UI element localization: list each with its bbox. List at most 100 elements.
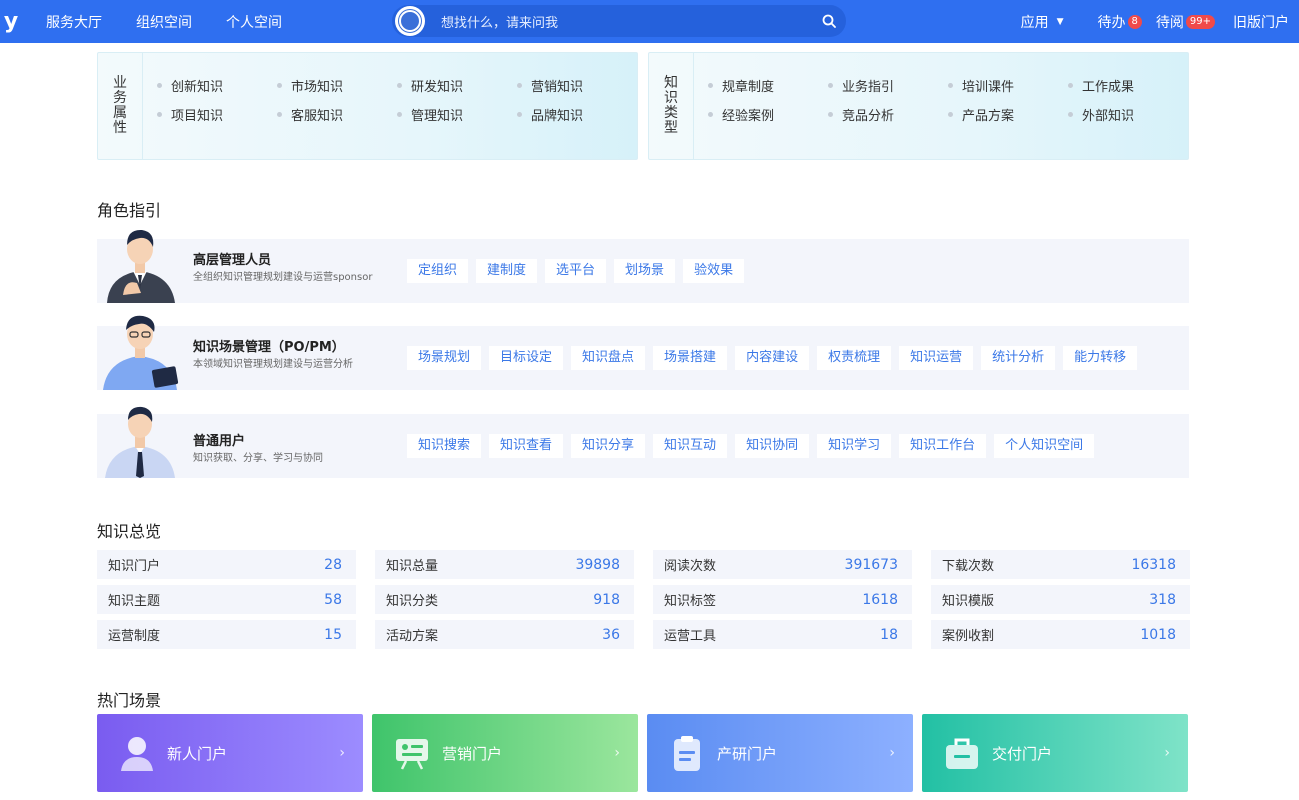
role-tag[interactable]: 定组织 (407, 259, 469, 283)
category-item[interactable]: 工作成果 (1068, 71, 1188, 100)
role-row-scene-manager: 知识场景管理（PO/PM） 本领域知识管理规划建设与运营分析 场景规划 目标设定… (97, 315, 1189, 390)
role-tag[interactable]: 建制度 (476, 259, 538, 283)
role-info: 知识场景管理（PO/PM） 本领域知识管理规划建设与运营分析 (193, 336, 373, 371)
stat-card[interactable]: 知识总量 39898 (375, 550, 634, 579)
role-tag[interactable]: 场景搭建 (653, 346, 728, 370)
main-nav: 服务大厅 组织空间 个人空间 (46, 12, 316, 32)
category-item[interactable]: 研发知识 (397, 71, 517, 100)
nav-item-personal-space[interactable]: 个人空间 (226, 12, 282, 32)
title-char: 性 (113, 120, 127, 136)
role-tags: 场景规划 目标设定 知识盘点 场景搭建 内容建设 权责梳理 知识运营 统计分析 … (407, 346, 1145, 370)
hot-card-newcomer-portal[interactable]: 新人门户 › (97, 714, 363, 792)
stat-value: 318 (1149, 591, 1176, 608)
stat-label: 活动方案 (386, 629, 439, 644)
stat-card[interactable]: 运营制度 15 (97, 620, 356, 649)
category-item[interactable]: 营销知识 (517, 71, 637, 100)
category-item[interactable]: 产品方案 (948, 100, 1068, 129)
role-tag[interactable]: 知识分享 (571, 434, 646, 458)
role-tag[interactable]: 场景规划 (407, 346, 482, 370)
stat-card[interactable]: 知识分类 918 (375, 585, 634, 614)
role-tag[interactable]: 统计分析 (981, 346, 1056, 370)
hot-card-label: 产研门户 (717, 744, 778, 763)
stat-card[interactable]: 知识模版 318 (931, 585, 1190, 614)
category-item[interactable]: 市场知识 (277, 71, 397, 100)
category-item[interactable]: 业务指引 (828, 71, 948, 100)
bullet-icon (277, 112, 282, 117)
role-name: 普通用户 (193, 434, 246, 449)
role-tag[interactable]: 知识互动 (653, 434, 728, 458)
search-icon[interactable] (812, 5, 846, 37)
stat-card[interactable]: 知识主题 58 (97, 585, 356, 614)
apps-menu[interactable]: 应用 ▼ (1021, 12, 1064, 32)
stat-card[interactable]: 知识标签 1618 (653, 585, 912, 614)
bullet-icon (828, 83, 833, 88)
role-tag[interactable]: 验效果 (683, 259, 745, 283)
category-label: 创新知识 (171, 80, 224, 95)
stat-label: 知识标签 (664, 594, 717, 609)
role-name: 高层管理人员 (193, 253, 272, 268)
category-item[interactable]: 经验案例 (708, 100, 828, 129)
bullet-icon (157, 83, 162, 88)
category-label: 研发知识 (411, 80, 464, 95)
category-item[interactable]: 客服知识 (277, 100, 397, 129)
right-nav: 应用 ▼ 待办 8 待阅 99+ 旧版门户 (999, 0, 1289, 43)
toread-label: 待阅 (1155, 14, 1184, 31)
role-tag[interactable]: 内容建设 (735, 346, 810, 370)
assistant-avatar-icon[interactable] (395, 6, 425, 36)
hot-card-marketing-portal[interactable]: 营销门户 › (372, 714, 638, 792)
role-info: 高层管理人员 全组织知识管理规划建设与运营sponsor (193, 249, 373, 284)
category-item[interactable]: 项目知识 (157, 100, 277, 129)
category-item[interactable]: 竞品分析 (828, 100, 948, 129)
stat-value: 1618 (862, 591, 898, 608)
title-char: 业 (113, 75, 127, 91)
stat-card[interactable]: 下载次数 16318 (931, 550, 1190, 579)
chevron-right-icon: › (614, 745, 620, 761)
category-item[interactable]: 品牌知识 (517, 100, 637, 129)
stat-card[interactable]: 活动方案 36 (375, 620, 634, 649)
category-item[interactable]: 培训课件 (948, 71, 1068, 100)
role-tag[interactable]: 目标设定 (489, 346, 564, 370)
hot-card-label: 交付门户 (992, 744, 1053, 763)
stat-value: 15 (324, 626, 342, 643)
role-tag[interactable]: 能力转移 (1063, 346, 1138, 370)
role-tag[interactable]: 权责梳理 (817, 346, 892, 370)
hot-card-delivery-portal[interactable]: 交付门户 › (922, 714, 1188, 792)
search-input[interactable]: 想找什么，请来问我 (441, 12, 812, 31)
hot-card-rd-portal[interactable]: 产研门户 › (647, 714, 913, 792)
nav-item-org-space[interactable]: 组织空间 (136, 12, 192, 32)
category-item[interactable]: 管理知识 (397, 100, 517, 129)
role-tag[interactable]: 知识工作台 (899, 434, 987, 458)
category-label: 工作成果 (1082, 80, 1135, 95)
old-portal-link[interactable]: 旧版门户 (1233, 12, 1289, 32)
search-bar[interactable]: 想找什么，请来问我 (392, 5, 846, 37)
role-tag[interactable]: 选平台 (545, 259, 607, 283)
overview-title: 知识总览 (97, 522, 162, 541)
bullet-icon (828, 112, 833, 117)
logo[interactable]: y (0, 0, 22, 43)
role-tag[interactable]: 知识盘点 (571, 346, 646, 370)
todo-link[interactable]: 待办 8 (1098, 12, 1142, 32)
role-tag[interactable]: 知识搜索 (407, 434, 482, 458)
nav-item-service-hall[interactable]: 服务大厅 (46, 12, 102, 32)
stat-card[interactable]: 运营工具 18 (653, 620, 912, 649)
category-label: 管理知识 (411, 109, 464, 124)
role-tag[interactable]: 知识协同 (735, 434, 810, 458)
role-tag[interactable]: 划场景 (614, 259, 676, 283)
role-tag[interactable]: 知识运营 (899, 346, 974, 370)
category-item[interactable]: 创新知识 (157, 71, 277, 100)
role-tag[interactable]: 知识学习 (817, 434, 892, 458)
bullet-icon (517, 112, 522, 117)
person-icon (121, 737, 153, 771)
stat-card[interactable]: 知识门户 28 (97, 550, 356, 579)
hot-scenes-title: 热门场景 (97, 691, 162, 710)
role-name: 知识场景管理（PO/PM） (193, 340, 345, 355)
role-tag[interactable]: 个人知识空间 (994, 434, 1095, 458)
category-item[interactable]: 外部知识 (1068, 100, 1188, 129)
role-tag[interactable]: 知识查看 (489, 434, 564, 458)
stat-card[interactable]: 案例收割 1018 (931, 620, 1190, 649)
category-item[interactable]: 规章制度 (708, 71, 828, 100)
stat-card[interactable]: 阅读次数 391673 (653, 550, 912, 579)
role-desc: 本领域知识管理规划建设与运营分析 (193, 359, 353, 370)
toread-link[interactable]: 待阅 99+ (1156, 12, 1215, 32)
category-label: 外部知识 (1082, 109, 1135, 124)
